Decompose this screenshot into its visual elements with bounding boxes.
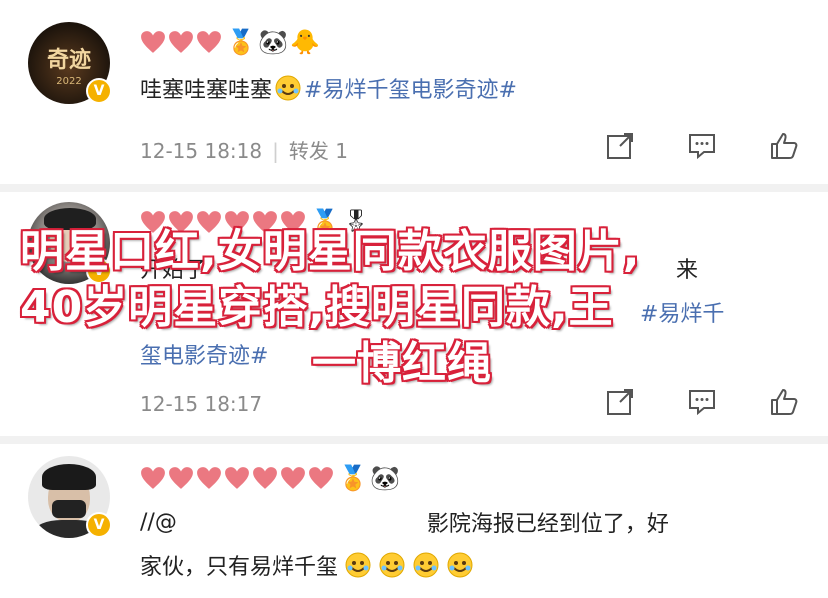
panda-icon: 🐼 — [258, 28, 288, 56]
post-meta: 12-15 18:17 — [140, 392, 262, 416]
like-icon[interactable] — [768, 386, 800, 418]
post-text-line2: 家伙，只有易烊千玺 — [140, 548, 474, 582]
medal-icon: 🏅 — [226, 28, 256, 56]
like-icon[interactable] — [768, 130, 800, 162]
heart-icon — [197, 467, 221, 489]
post-text-plain: 哇塞哇塞哇塞 — [140, 78, 273, 103]
heart-icon — [169, 31, 193, 53]
smile-face-icon — [413, 552, 439, 578]
heart-icon — [309, 467, 333, 489]
share-icon[interactable] — [604, 386, 636, 418]
heart-icon — [197, 31, 221, 53]
avatar[interactable]: 奇迹 2022 V — [28, 22, 112, 104]
heart-icon — [141, 467, 165, 489]
topic-link-part2[interactable]: 玺电影奇迹# — [140, 338, 268, 370]
heart-icon — [253, 467, 277, 489]
heart-icon — [225, 467, 249, 489]
smile-face-icon — [447, 552, 473, 578]
smile-face-icon — [345, 552, 371, 578]
post-divider — [0, 436, 828, 444]
post-text-line2-plain: 家伙，只有易烊千玺 — [140, 555, 339, 580]
post-text-start: //@ — [140, 509, 177, 535]
avatar-caption: 奇迹 — [46, 47, 91, 73]
post-1: 奇迹 2022 V 🏅 🐼 🐥 哇塞哇塞哇塞 #易烊千玺电影奇迹# 12-15 … — [0, 0, 828, 188]
smile-face-icon — [275, 75, 301, 101]
overlay-caption-line2: 40岁明星穿搭,搜明星同款,王 — [20, 282, 614, 333]
heart-icon — [141, 31, 165, 53]
post-meta: 12-15 18:18 | 转发 1 — [140, 135, 348, 164]
username-blurred[interactable]: 🏅 🐼 — [140, 458, 400, 498]
heart-icon — [281, 467, 305, 489]
post-text-line2: #易烊千 — [640, 296, 724, 328]
verified-badge-icon: V — [86, 78, 112, 104]
blurred-name-hearts — [140, 466, 334, 490]
post-time: 12-15 18:18 — [140, 139, 263, 163]
repost-count[interactable]: 转发 1 — [289, 139, 348, 163]
panda-icon: 🐼 — [370, 464, 400, 492]
comment-icon[interactable] — [686, 386, 718, 418]
smile-face-icon — [379, 552, 405, 578]
post-time: 12-15 18:17 — [140, 392, 263, 416]
overlay-caption-line1: 明星口红,女明星同款衣服图片, — [20, 226, 641, 277]
topic-link-part1[interactable]: #易烊千 — [640, 296, 724, 328]
share-icon[interactable] — [604, 130, 636, 162]
post-actions — [604, 130, 800, 162]
heart-icon — [169, 467, 193, 489]
post-text-line3: 玺电影奇迹# — [140, 338, 268, 370]
meta-divider: | — [272, 139, 279, 163]
post-text-end: 影院海报已经到位了，好 — [426, 512, 669, 537]
post-text-end: 来 — [676, 258, 699, 283]
username-blurred[interactable]: 🏅 🐼 🐥 — [140, 22, 320, 62]
post-text-line1: //@ 影院海报已经到位了，好 — [140, 506, 669, 538]
duck-icon: 🐥 — [290, 28, 320, 56]
post-divider — [0, 184, 828, 192]
verified-badge-icon: V — [86, 512, 112, 538]
blurred-name-hearts — [140, 30, 222, 54]
topic-link[interactable]: #易烊千玺电影奇迹# — [304, 72, 517, 104]
avatar[interactable]: V — [28, 456, 112, 538]
medal-icon: 🏅 — [338, 464, 368, 492]
post-actions — [604, 386, 800, 418]
post-3: V 🏅 🐼 //@ 影院海报已经到位了，好 家伙，只有易烊千玺 — [0, 444, 828, 598]
post-text: 哇塞哇塞哇塞 #易烊千玺电影奇迹# — [140, 72, 517, 104]
comment-icon[interactable] — [686, 130, 718, 162]
overlay-caption-line3: 一博红绳 — [312, 338, 492, 389]
